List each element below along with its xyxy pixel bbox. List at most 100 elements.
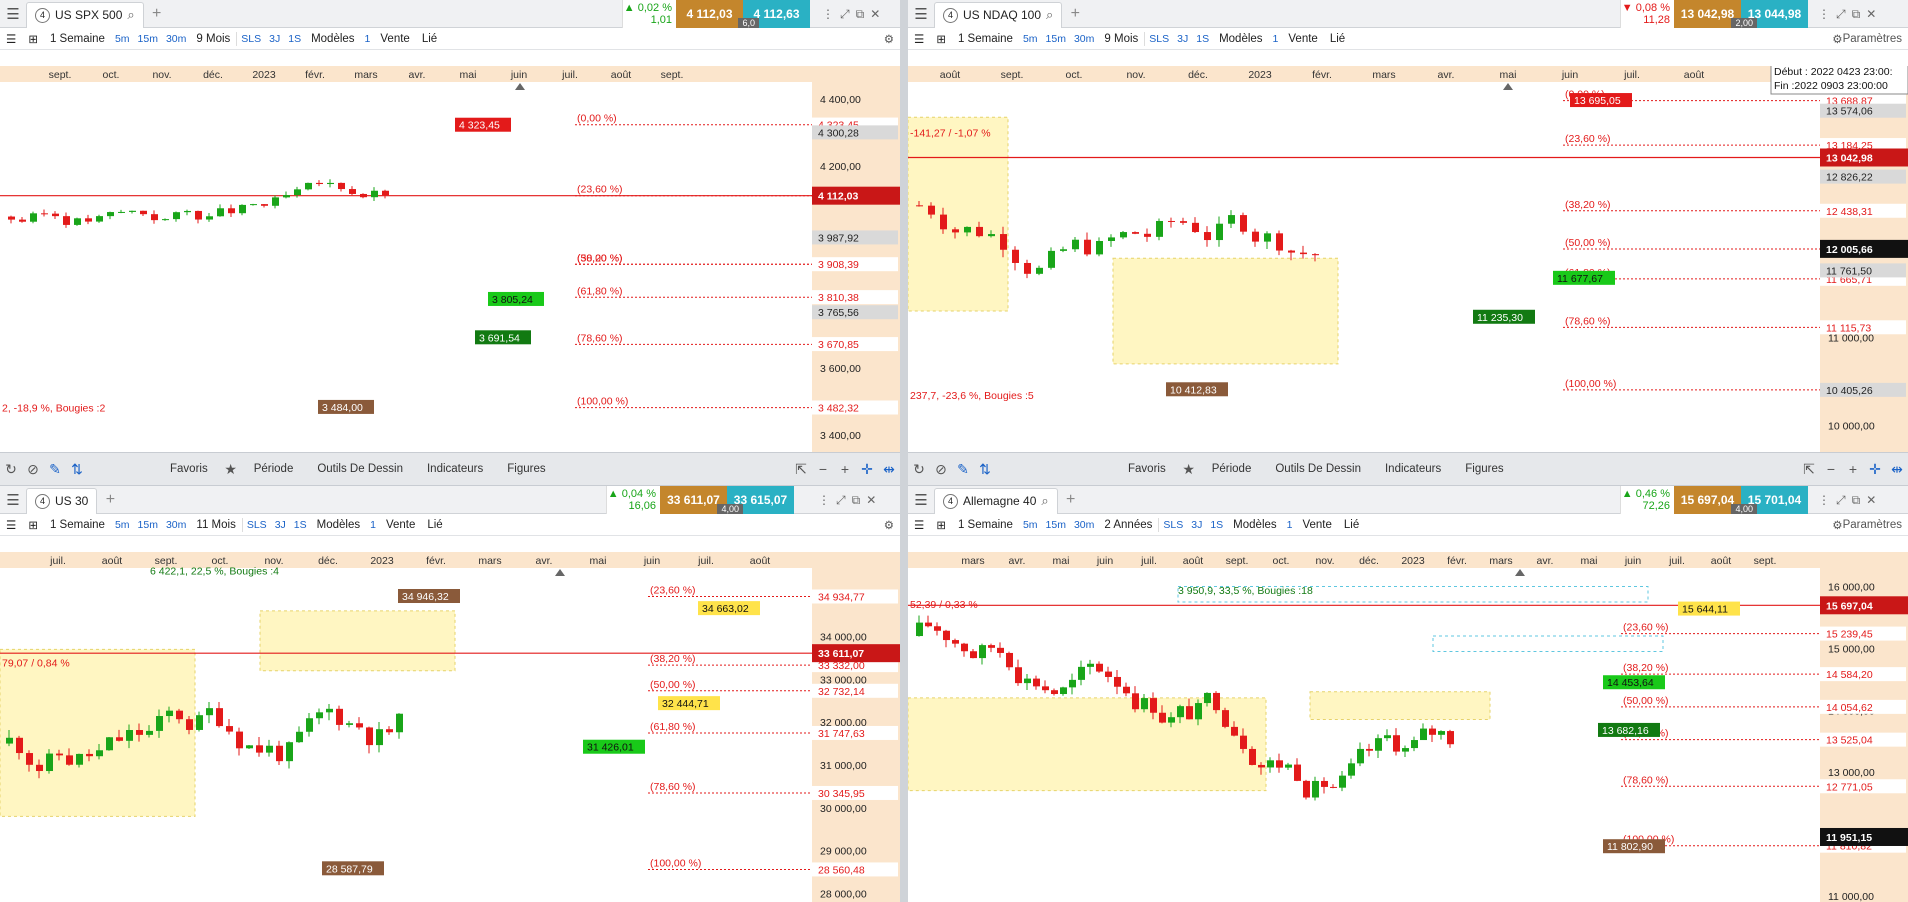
chart-pane-ndaq[interactable]: ☰ 4 US NDAQ 100 ⌕ + ▼ 0,08 % 11,28 13 04… — [908, 0, 1908, 452]
bid-button[interactable]: 15 697,04 4,00 — [1674, 486, 1757, 514]
price-chart[interactable]: août sept. oct. nov. déc. 2023 févr. mars avr. ma… — [908, 66, 1908, 452]
export-icon[interactable]: ⇱ — [790, 458, 812, 480]
sls-button[interactable]: SLS — [243, 514, 271, 536]
bid-button[interactable]: 33 611,07 4,00 — [660, 486, 743, 514]
layout-icon[interactable]: ⊞ — [22, 28, 44, 50]
vente-button[interactable]: Vente — [1282, 28, 1323, 50]
pencil-icon[interactable]: ✎ — [952, 458, 974, 480]
tf-30m[interactable]: 30m — [1070, 514, 1098, 536]
tf-5m[interactable]: 5m — [1019, 28, 1042, 50]
bid-button[interactable]: 13 042,98 2,00 — [1674, 0, 1757, 28]
periode-button[interactable]: Période — [1200, 463, 1264, 475]
modeles-button[interactable]: Modèles — [311, 514, 366, 536]
interval-select[interactable]: 1 Semaine — [952, 514, 1019, 536]
list-icon[interactable]: ☰ — [0, 28, 22, 50]
drag-handle-icon[interactable]: ⋮ — [1818, 493, 1830, 507]
popout-icon[interactable]: ⧉ — [852, 493, 861, 508]
1s-button[interactable]: 1S — [1206, 514, 1227, 536]
1s-button[interactable]: 1S — [1192, 28, 1213, 50]
expand-icon[interactable]: ⤢ — [840, 7, 850, 22]
quantity-field[interactable]: 1 — [1269, 28, 1283, 50]
3j-button[interactable]: 3J — [265, 28, 284, 50]
lie-button[interactable]: Lié — [1338, 514, 1365, 536]
layout-icon[interactable]: ⊞ — [22, 514, 44, 536]
tf-30m[interactable]: 30m — [1070, 28, 1098, 50]
add-tab-button[interactable]: + — [1058, 491, 1084, 509]
tf-15m[interactable]: 15m — [134, 514, 162, 536]
chart-pane-us30[interactable]: ☰ 4 US 30 + ▲ 0,04 % 16,06 33 611,07 4,00… — [0, 486, 900, 902]
drag-handle-icon[interactable]: ⋮ — [1818, 7, 1830, 21]
menu-icon[interactable]: ☰ — [908, 491, 934, 509]
instrument-tab[interactable]: 4 Allemagne 40 ⌕ — [934, 487, 1058, 514]
tf-15m[interactable]: 15m — [134, 28, 162, 50]
figures-button[interactable]: Figures — [1453, 463, 1515, 475]
price-chart[interactable]: juil. août sept. oct. nov. déc. 2023 févr. mars a… — [0, 552, 900, 902]
tf-5m[interactable]: 5m — [1019, 514, 1042, 536]
vente-button[interactable]: Vente — [380, 514, 421, 536]
settings-gear-icon[interactable]: ⚙ — [878, 514, 900, 536]
layout-icon[interactable]: ⊞ — [930, 514, 952, 536]
tf-15m[interactable]: 15m — [1042, 28, 1070, 50]
price-chart[interactable]: sept. oct. nov. déc. 2023 févr. mars avr. mai jui… — [0, 66, 900, 452]
outils-button[interactable]: Outils De Dessin — [1263, 463, 1373, 475]
3j-button[interactable]: 3J — [1173, 28, 1192, 50]
popout-icon[interactable]: ⧉ — [856, 7, 865, 22]
1s-button[interactable]: 1S — [284, 28, 305, 50]
search-icon[interactable]: ⌕ — [127, 7, 134, 23]
instrument-tab[interactable]: 4 US SPX 500 ⌕ — [26, 1, 144, 28]
quantity-field[interactable]: 1 — [366, 514, 380, 536]
settings-gear-icon[interactable]: ⚙ Paramètres — [1826, 514, 1908, 536]
pencil-icon[interactable]: ✎ — [44, 458, 66, 480]
crosshair-icon[interactable]: ✛ — [1864, 458, 1886, 480]
list-icon[interactable]: ☰ — [908, 514, 930, 536]
3j-button[interactable]: 3J — [271, 514, 290, 536]
tf-30m[interactable]: 30m — [162, 28, 190, 50]
periode-button[interactable]: Période — [242, 463, 306, 475]
cursor-icon[interactable]: ⇅ — [66, 458, 88, 480]
close-icon[interactable]: ✕ — [866, 493, 876, 507]
expand-icon[interactable]: ⤢ — [1836, 7, 1846, 22]
vente-button[interactable]: Vente — [1296, 514, 1337, 536]
close-icon[interactable]: ✕ — [1866, 7, 1876, 21]
quantity-field[interactable]: 1 — [361, 28, 375, 50]
lie-button[interactable]: Lié — [421, 514, 448, 536]
star-icon[interactable]: ★ — [220, 458, 242, 480]
chart-pane-dax[interactable]: ☰ 4 Allemagne 40 ⌕ + ▲ 0,46 % 72,26 15 6… — [908, 486, 1908, 902]
cancel-icon[interactable]: ⊘ — [930, 458, 952, 480]
period-select[interactable]: 11 Mois — [190, 514, 241, 536]
instrument-tab[interactable]: 4 US NDAQ 100 ⌕ — [934, 1, 1063, 28]
bid-button[interactable]: 4 112,03 6,0 — [676, 0, 759, 28]
close-icon[interactable]: ✕ — [1866, 493, 1876, 507]
lie-button[interactable]: Lié — [416, 28, 443, 50]
zoom-in-icon[interactable]: + — [1842, 458, 1864, 480]
list-icon[interactable]: ☰ — [0, 514, 22, 536]
popout-icon[interactable]: ⧉ — [1852, 7, 1861, 22]
quantity-field[interactable]: 1 — [1283, 514, 1297, 536]
search-icon[interactable]: ⌕ — [1046, 7, 1053, 23]
add-tab-button[interactable]: + — [144, 5, 170, 23]
tf-5m[interactable]: 5m — [111, 514, 134, 536]
cursor-icon[interactable]: ⇅ — [974, 458, 996, 480]
close-icon[interactable]: ✕ — [870, 7, 880, 21]
zoom-out-icon[interactable]: − — [1820, 458, 1842, 480]
drag-handle-icon[interactable]: ⋮ — [818, 493, 830, 507]
interval-select[interactable]: 1 Semaine — [952, 28, 1019, 50]
figures-button[interactable]: Figures — [495, 463, 557, 475]
price-chart[interactable]: mars avr. mai juin juil. août sept. oct. nov. déc… — [908, 552, 1908, 902]
menu-icon[interactable]: ☰ — [0, 5, 26, 23]
1s-button[interactable]: 1S — [290, 514, 311, 536]
interval-select[interactable]: 1 Semaine — [44, 28, 111, 50]
instrument-tab[interactable]: 4 US 30 — [26, 487, 98, 514]
period-select[interactable]: 2 Années — [1098, 514, 1158, 536]
interval-select[interactable]: 1 Semaine — [44, 514, 111, 536]
period-select[interactable]: 9 Mois — [190, 28, 236, 50]
add-tab-button[interactable]: + — [97, 491, 123, 509]
fit-icon[interactable]: ⇹ — [878, 458, 900, 480]
crosshair-icon[interactable]: ✛ — [856, 458, 878, 480]
3j-button[interactable]: 3J — [1187, 514, 1206, 536]
modeles-button[interactable]: Modèles — [1227, 514, 1282, 536]
period-select[interactable]: 9 Mois — [1098, 28, 1144, 50]
modeles-button[interactable]: Modèles — [1213, 28, 1268, 50]
pane-divider[interactable] — [900, 0, 908, 902]
lie-button[interactable]: Lié — [1324, 28, 1351, 50]
